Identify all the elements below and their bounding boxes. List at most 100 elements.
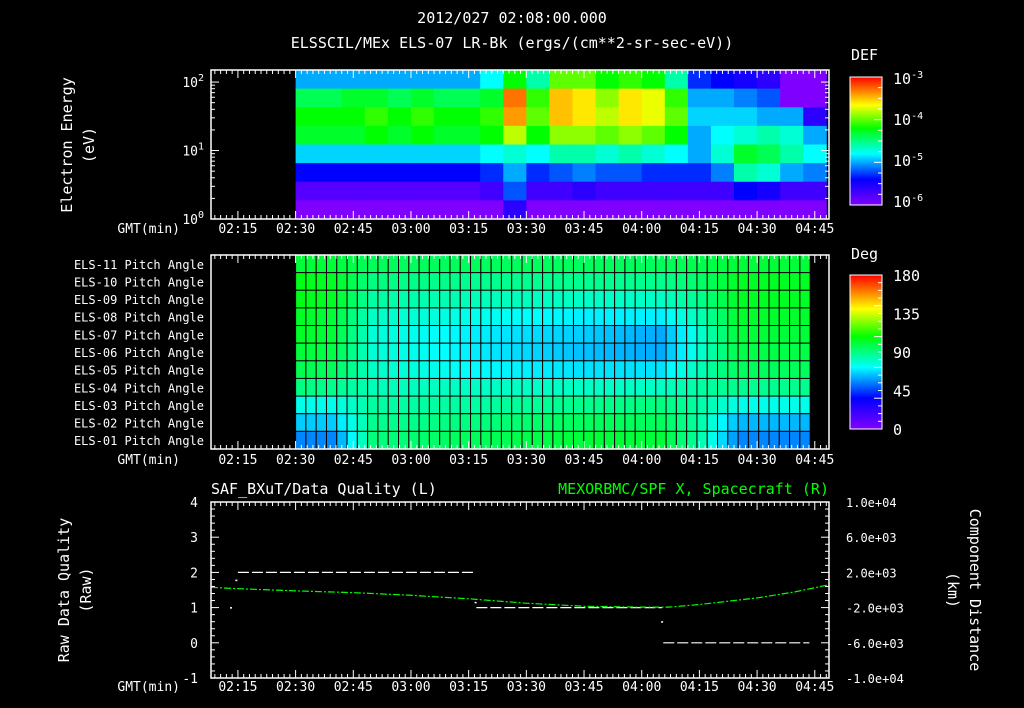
pitch-angle-cell: [552, 272, 564, 291]
pitch-angle-cell: [789, 254, 801, 274]
pitch-angle-cell: [346, 342, 358, 362]
spectrogram-cell: [734, 163, 758, 183]
pitch-angle-cell: [634, 377, 646, 397]
left-y-tick-label: 3: [190, 531, 198, 546]
pitch-angle-cell: [634, 272, 646, 291]
pitch-angle-cell: [511, 360, 523, 379]
pitch-angle-cell: [624, 272, 636, 291]
pitch-angle-cell: [634, 307, 646, 327]
x-tick-label: 03:45: [564, 453, 603, 468]
pitch-angle-cell: [624, 360, 636, 379]
pitch-angle-cell: [439, 272, 451, 291]
spectrogram-cell: [803, 181, 827, 201]
x-tick-label: 03:00: [391, 453, 430, 468]
pitch-angle-cell: [696, 307, 708, 327]
x-tick-label: 04:30: [738, 453, 777, 468]
pitch-angle-cell: [644, 289, 657, 309]
pitch-angle-cell: [408, 272, 420, 291]
spectrogram-cell: [641, 88, 666, 108]
pitch-angle-cell: [305, 342, 317, 362]
row-label: ELS-08 Pitch Angle: [74, 311, 204, 325]
pitch-angle-cell: [295, 360, 307, 379]
spectrogram-cell: [572, 144, 597, 164]
pitch-angle-cell: [470, 413, 482, 432]
pitch-angle-cell: [439, 377, 451, 397]
spectrogram-cell: [480, 107, 504, 127]
spectrogram-cell: [595, 181, 620, 201]
spectrogram-cell: [803, 125, 827, 145]
spectrogram-cell: [503, 163, 527, 183]
pitch-angle-cell: [675, 325, 688, 344]
pitch-angle-cell: [490, 360, 502, 379]
pitch-angle-cell: [778, 342, 791, 362]
pitch-angle-cell: [305, 395, 317, 415]
pitch-angle-cell: [387, 325, 400, 344]
spectrogram-cell: [780, 163, 804, 183]
pitch-angle-cell: [490, 307, 502, 327]
pitch-angle-cell: [521, 325, 533, 344]
spectrogram-cell: [641, 107, 666, 127]
pitch-angle-cell: [583, 395, 595, 415]
pitch-angle-cell: [367, 342, 379, 362]
spectrogram-cell: [318, 125, 343, 145]
pitch-angle-cell: [428, 395, 441, 415]
pitch-angle-cell: [295, 307, 307, 327]
pitch-angle-cell: [439, 413, 451, 432]
quality-point: [229, 607, 232, 609]
pitch-angle-cell: [398, 377, 410, 397]
spectrogram-cell: [757, 181, 781, 201]
row-label: ELS-02 Pitch Angle: [74, 417, 204, 431]
colorbar-label: 90: [893, 344, 911, 362]
pitch-angle-cell: [315, 377, 327, 397]
pitch-angle-cell: [552, 395, 564, 415]
pitch-angle-cell: [686, 395, 698, 415]
pitch-angle-cell: [778, 430, 791, 450]
quality-point: [474, 601, 477, 604]
pitch-angle-cell: [346, 430, 358, 450]
pitch-angle-cell: [583, 289, 595, 309]
pitch-angle-cell: [583, 342, 595, 362]
spectrogram-cell: [757, 144, 781, 164]
pitch-angle-cell: [737, 289, 749, 309]
position-line: [210, 584, 830, 608]
spectrogram-cell: [526, 144, 550, 164]
pitch-angle-cell: [336, 272, 348, 291]
x-tick-label: 02:30: [276, 453, 315, 468]
pitch-angle-cell: [552, 289, 564, 309]
x-tick-label: 02:30: [276, 222, 315, 237]
pitch-angle-cell: [552, 325, 564, 344]
pitch-angle-cell: [305, 289, 317, 309]
pitch-angle-cell: [305, 325, 317, 344]
spectrogram-cell: [710, 107, 735, 127]
pitch-angle-cell: [470, 360, 482, 379]
pitch-angle-cell: [295, 289, 307, 309]
spectrogram-cell: [295, 125, 320, 145]
pitch-angle-cell: [387, 395, 400, 415]
pitch-angle-cell: [428, 413, 441, 432]
pitch-angle-cell: [799, 342, 811, 362]
pitch-angle-cell: [449, 413, 461, 432]
pitch-angle-cell: [686, 377, 698, 397]
pitch-angle-cell: [706, 395, 719, 415]
spectrogram-cell: [803, 144, 827, 164]
pitch-angle-cell: [356, 289, 369, 309]
spectrogram-cell: [480, 125, 504, 145]
left-y-tick-label: 4: [190, 496, 198, 511]
pitch-angle-cell: [624, 377, 636, 397]
pitch-angle-cell: [593, 289, 605, 309]
pitch-angle-cell: [377, 325, 389, 344]
pitch-angle-cell: [490, 289, 502, 309]
y-axis-unit: (eV): [80, 127, 98, 163]
pitch-angle-cell: [717, 307, 729, 327]
spectrogram-cell: [526, 163, 550, 183]
x-tick-label: 04:45: [795, 453, 834, 468]
pitch-angle-cell: [778, 377, 791, 397]
pitch-angle-cell: [603, 395, 616, 415]
pitch-angle-cell: [696, 254, 708, 274]
pitch-angle-cell: [665, 413, 677, 432]
pitch-angle-cell: [377, 289, 389, 309]
pitch-angle-cell: [295, 272, 307, 291]
pitch-angle-cell: [758, 413, 770, 432]
pitch-angle-cell: [367, 307, 379, 327]
colorbar-label: 10-6: [893, 193, 923, 211]
